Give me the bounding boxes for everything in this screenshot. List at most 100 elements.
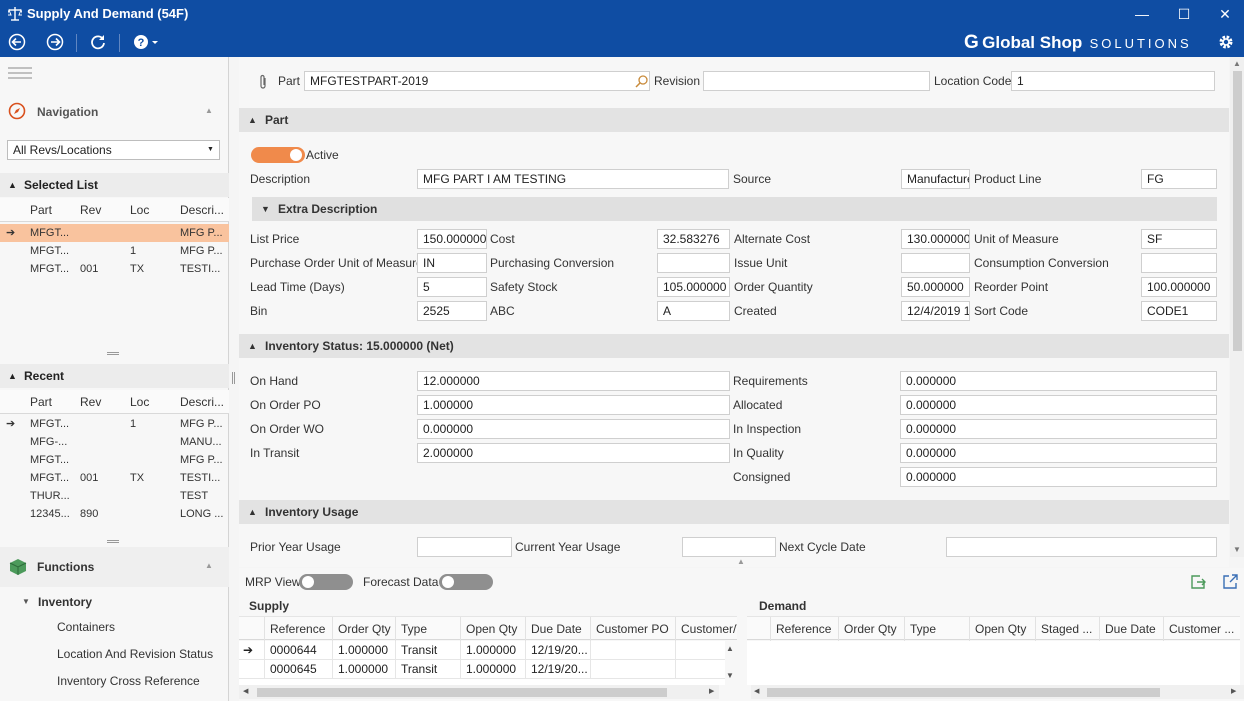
expand-icon[interactable]: ▼ <box>22 597 30 606</box>
function-item[interactable]: Containers <box>57 620 115 634</box>
consigned-field[interactable]: 0.000000 <box>900 467 1217 487</box>
column-header[interactable]: Part <box>30 390 52 414</box>
column-header[interactable]: Loc <box>130 198 149 222</box>
column-header[interactable]: Due Date <box>1099 617 1163 641</box>
location-code-input[interactable]: 1 <box>1011 71 1215 91</box>
maximize-button[interactable]: ☐ <box>1164 0 1204 28</box>
function-item[interactable]: Inventory Cross Reference <box>57 674 200 688</box>
collapse-icon[interactable]: ▲ <box>205 106 213 115</box>
column-header[interactable]: Loc <box>130 390 149 414</box>
column-header[interactable]: Customer PO <box>590 617 675 641</box>
forecast-data-toggle[interactable] <box>439 574 493 590</box>
scroll-up-arrow[interactable]: ▲ <box>1233 59 1241 68</box>
column-header[interactable]: Rev <box>80 390 101 414</box>
in-quality-field[interactable]: 0.000000 <box>900 443 1217 463</box>
scroll-left-arrow[interactable]: ◀ <box>754 687 759 695</box>
reorder-point-field[interactable]: 100.000000 <box>1141 277 1217 297</box>
supply-hscrollbar[interactable]: ◀ ▶ <box>239 685 719 699</box>
column-header[interactable]: Reference <box>770 617 838 641</box>
function-item[interactable]: Location And Revision Status <box>57 647 213 661</box>
column-header[interactable]: Type <box>395 617 460 641</box>
list-item[interactable]: ➔ MFGT... 1 MFG P... <box>0 415 229 433</box>
safety-stock-field[interactable]: 105.000000 <box>657 277 730 297</box>
minimize-button[interactable]: — <box>1122 0 1162 28</box>
part-input[interactable]: MFGTESTPART-2019 <box>304 71 650 91</box>
selected-list-header[interactable]: ▲ Selected List <box>0 173 229 197</box>
column-header[interactable]: Customer/Ve <box>675 617 737 641</box>
abc-field[interactable]: A <box>657 301 730 321</box>
list-item[interactable]: ➔ MFGT... MFG P... <box>0 224 229 242</box>
requirements-field[interactable]: 0.000000 <box>900 371 1217 391</box>
list-item[interactable]: MFG-... MANU... <box>0 433 229 451</box>
list-item[interactable]: MFGT... 1 MFG P... <box>0 242 229 260</box>
bin-field[interactable]: 2525 <box>417 301 487 321</box>
column-header[interactable]: Order Qty <box>838 617 904 641</box>
lead-time-field[interactable]: 5 <box>417 277 487 297</box>
scroll-thumb[interactable] <box>257 688 667 697</box>
column-header[interactable]: Order Qty <box>332 617 395 641</box>
demand-hscrollbar[interactable]: ◀ ▶ <box>751 685 1244 699</box>
back-button[interactable] <box>7 33 27 53</box>
scroll-left-arrow[interactable]: ◀ <box>243 687 248 695</box>
splitter-handle[interactable] <box>107 352 119 355</box>
scroll-right-arrow[interactable]: ▶ <box>1231 687 1236 695</box>
settings-button[interactable] <box>1216 33 1236 53</box>
on-hand-field[interactable]: 12.000000 <box>417 371 730 391</box>
column-header[interactable]: Reference <box>264 617 332 641</box>
on-order-wo-field[interactable]: 0.000000 <box>417 419 730 439</box>
created-field[interactable]: 12/4/2019 1 <box>901 301 970 321</box>
functions-group-inventory[interactable]: Inventory <box>38 595 92 609</box>
sidebar-splitter-handle[interactable] <box>232 372 235 384</box>
scroll-up-arrow[interactable]: ▲ <box>726 644 734 653</box>
hamburger-icon[interactable] <box>8 67 32 79</box>
product-line-field[interactable]: FG <box>1141 169 1217 189</box>
allocated-field[interactable]: 0.000000 <box>900 395 1217 415</box>
column-header[interactable]: Part <box>30 198 52 222</box>
column-header[interactable]: Staged ... <box>1035 617 1099 641</box>
paperclip-icon[interactable] <box>258 74 268 90</box>
list-item[interactable]: MFGT... 001 TX TESTI... <box>0 260 229 278</box>
table-row[interactable]: ➔ 0000644 1.000000 Transit 1.000000 12/1… <box>239 641 725 660</box>
column-header[interactable]: Open Qty <box>969 617 1035 641</box>
extra-description-header[interactable]: ▼ Extra Description <box>252 197 1217 221</box>
main-scrollbar[interactable]: ▲ ▼ <box>1230 57 1244 557</box>
inventory-usage-header[interactable]: ▲ Inventory Usage <box>239 500 1229 524</box>
issue-unit-field[interactable] <box>901 253 970 273</box>
close-button[interactable]: ✕ <box>1205 0 1244 28</box>
active-toggle[interactable] <box>251 147 305 163</box>
column-header[interactable]: Open Qty <box>460 617 525 641</box>
revision-input[interactable] <box>703 71 930 91</box>
list-item[interactable]: THUR... TEST <box>0 487 229 505</box>
recent-header[interactable]: ▲ Recent <box>0 364 229 388</box>
export-icon[interactable] <box>1190 574 1206 590</box>
part-section-header[interactable]: ▲ Part <box>239 108 1229 132</box>
source-field[interactable]: Manufacture <box>901 169 970 189</box>
help-button[interactable]: ? <box>131 33 161 53</box>
table-row[interactable]: 0000645 1.000000 Transit 1.000000 12/19/… <box>239 660 725 679</box>
forward-button[interactable] <box>45 33 65 53</box>
scroll-down-arrow[interactable]: ▼ <box>726 671 734 680</box>
functions-header[interactable]: Functions ▲ <box>0 547 229 587</box>
next-cycle-date-field[interactable] <box>946 537 1217 557</box>
column-header[interactable]: Rev <box>80 198 101 222</box>
order-quantity-field[interactable]: 50.000000 <box>901 277 970 297</box>
cost-field[interactable]: 32.583276 <box>657 229 730 249</box>
scroll-thumb[interactable] <box>1233 71 1242 351</box>
list-item[interactable]: MFGT... MFG P... <box>0 451 229 469</box>
mrp-view-toggle[interactable] <box>299 574 353 590</box>
prior-year-usage-field[interactable] <box>417 537 512 557</box>
column-header[interactable]: Due Date <box>525 617 590 641</box>
scroll-down-arrow[interactable]: ▼ <box>1233 545 1241 554</box>
scroll-thumb[interactable] <box>767 688 1160 697</box>
scroll-right-arrow[interactable]: ▶ <box>709 687 714 695</box>
list-price-field[interactable]: 150.000000 <box>417 229 487 249</box>
in-transit-field[interactable]: 2.000000 <box>417 443 730 463</box>
description-field[interactable]: MFG PART I AM TESTING <box>417 169 729 189</box>
sort-code-field[interactable]: CODE1 <box>1141 301 1217 321</box>
list-item[interactable]: 12345... 890 LONG ... <box>0 505 229 523</box>
splitter-handle[interactable] <box>107 540 119 543</box>
on-order-po-field[interactable]: 1.000000 <box>417 395 730 415</box>
consumption-conversion-field[interactable] <box>1141 253 1217 273</box>
po-uom-field[interactable]: IN <box>417 253 487 273</box>
current-year-usage-field[interactable] <box>682 537 776 557</box>
